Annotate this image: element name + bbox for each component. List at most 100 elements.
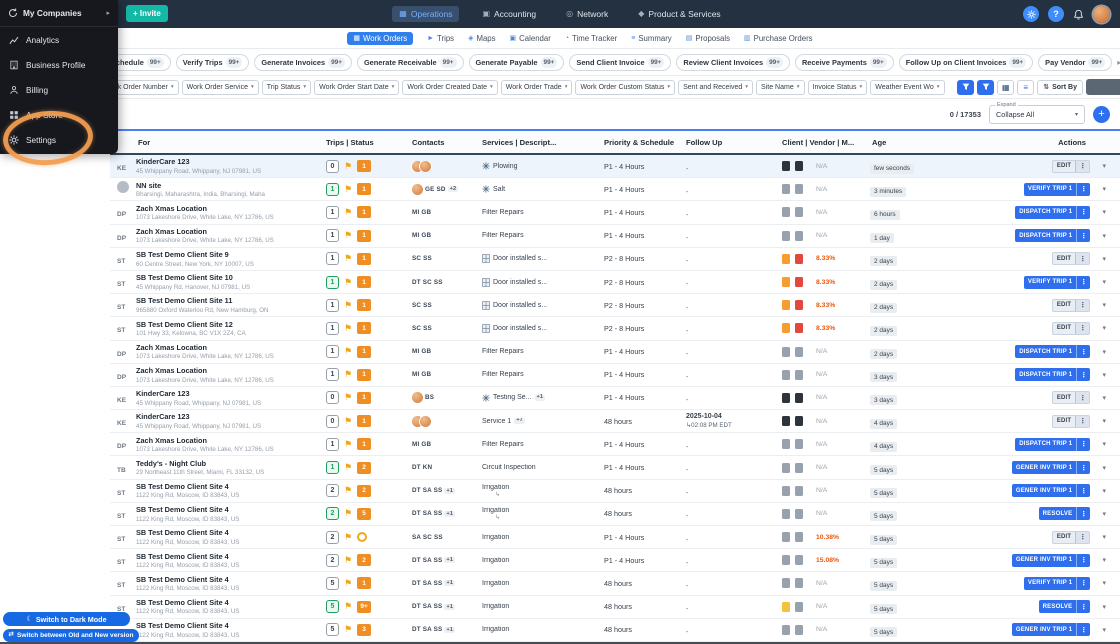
status-count-badge[interactable]: 1 xyxy=(357,577,372,590)
vendor-doc-icon[interactable] xyxy=(795,277,803,288)
nav-network[interactable]: ◎ Network xyxy=(559,6,615,22)
row-action-button[interactable]: EDIT ⋮ xyxy=(1051,391,1091,405)
contact-initials[interactable]: MI GB xyxy=(412,371,431,378)
add-work-order-button[interactable]: + xyxy=(1093,105,1110,123)
menu-item-analytics[interactable]: Analytics xyxy=(0,27,118,52)
vendor-doc-icon[interactable] xyxy=(795,369,803,380)
work-order-client-name[interactable]: NN site xyxy=(136,181,324,190)
stage-generate-invoices[interactable]: Generate Invoices 99+ xyxy=(254,53,352,71)
vendor-doc-icon[interactable] xyxy=(795,207,803,218)
client-doc-icon[interactable] xyxy=(782,485,790,496)
col-trips-status[interactable]: Trips | Status xyxy=(324,138,410,147)
status-count-badge[interactable]: 2 xyxy=(357,461,372,474)
services-more-badge[interactable]: +7 xyxy=(514,418,525,425)
user-avatar[interactable] xyxy=(1093,5,1110,23)
work-order-client-name[interactable]: Zach Xmas Location xyxy=(136,227,324,236)
table-row[interactable]: DP Zach Xmas Location 1073 Lakeshore Driv… xyxy=(110,201,1120,225)
contact-initials[interactable]: SC SS xyxy=(412,325,432,332)
contact-initials[interactable]: SA SC SS xyxy=(412,534,443,541)
row-expand-chevron-icon[interactable]: ▾ xyxy=(1102,324,1106,332)
vendor-doc-icon[interactable] xyxy=(795,323,803,334)
nav-product-services[interactable]: ◆ Product & Services xyxy=(631,6,727,22)
client-doc-icon[interactable] xyxy=(782,300,790,311)
filter-work-order-start-date[interactable]: Work Order Start Date ▾ xyxy=(314,79,400,95)
client-doc-icon[interactable] xyxy=(782,392,790,403)
tab-calendar[interactable]: ▣ Calendar xyxy=(510,34,551,43)
status-count-badge[interactable]: 1 xyxy=(357,183,372,196)
trips-count[interactable]: 5 xyxy=(326,576,339,590)
table-row[interactable]: ST SB Test Demo Client Site 41122 King R… xyxy=(110,526,1120,550)
row-action-button[interactable]: DISPATCH TRIP 1 ⋮ xyxy=(1015,437,1091,451)
kebab-menu-icon[interactable]: ⋮ xyxy=(1075,322,1090,334)
status-count-badge[interactable]: 1 xyxy=(357,322,372,335)
stage-pay-vendor[interactable]: Pay Vendor 99+ xyxy=(1038,53,1113,71)
status-count-badge[interactable]: 5 xyxy=(357,507,372,520)
row-action-button[interactable]: DISPATCH TRIP 1 ⋮ xyxy=(1015,205,1091,219)
trips-count[interactable]: 5 xyxy=(326,623,339,637)
work-order-client-name[interactable]: SB Test Demo Client Site 9 xyxy=(136,250,324,259)
trips-count[interactable]: 1 xyxy=(326,345,339,359)
work-order-client-name[interactable]: KinderCare 123 xyxy=(136,389,324,398)
contact-initials[interactable]: DT SC SS xyxy=(412,279,443,286)
filter-work-order-trade[interactable]: Work Order Trade ▾ xyxy=(500,79,573,95)
client-doc-icon[interactable] xyxy=(782,161,790,172)
col-services-descript[interactable]: Services | Descript... xyxy=(480,138,602,147)
overflow-button[interactable] xyxy=(1086,79,1120,95)
filter-advanced-button[interactable] xyxy=(977,79,995,95)
tab-maps[interactable]: ◈ Maps xyxy=(468,34,495,43)
status-count-badge[interactable]: 1 xyxy=(357,229,372,242)
trips-count[interactable]: 1 xyxy=(326,368,339,382)
client-doc-icon[interactable] xyxy=(782,462,790,473)
work-order-client-name[interactable]: SB Test Demo Client Site 11 xyxy=(136,296,324,305)
invite-button[interactable]: + Invite xyxy=(126,5,168,22)
status-flag-icon[interactable]: ⚑ xyxy=(344,602,352,611)
nav-operations[interactable]: ▦ Operations xyxy=(392,6,460,22)
filter-work-order-service[interactable]: Work Order Service ▾ xyxy=(181,79,259,95)
kebab-menu-icon[interactable]: ⋮ xyxy=(1076,275,1090,289)
kebab-menu-icon[interactable]: ⋮ xyxy=(1076,205,1090,219)
row-action-button[interactable]: VERIFY TRIP 1 ⋮ xyxy=(1023,275,1091,289)
menu-item-business-profile[interactable]: Business Profile xyxy=(0,52,118,77)
filter-trip-status[interactable]: Trip Status ▾ xyxy=(261,79,312,95)
trips-count[interactable]: 2 xyxy=(326,484,339,498)
table-row[interactable]: ST SB Test Demo Client Site 9 60 Centre S… xyxy=(110,247,1120,271)
kebab-menu-icon[interactable]: ⋮ xyxy=(1076,553,1090,567)
row-action-button[interactable]: EDIT ⋮ xyxy=(1051,252,1091,266)
stage-verify-trips[interactable]: Verify Trips 99+ xyxy=(175,53,250,71)
row-action-button[interactable]: GENER INV TRIP 1 ⋮ xyxy=(1011,461,1091,475)
contact-initials[interactable]: DT SA SS xyxy=(412,603,442,610)
kebab-menu-icon[interactable]: ⋮ xyxy=(1076,600,1090,614)
table-row[interactable]: DP Zach Xmas Location 1073 Lakeshore Driv… xyxy=(110,224,1120,248)
work-order-client-name[interactable]: SB Test Demo Client Site 10 xyxy=(136,273,324,282)
vendor-doc-icon[interactable] xyxy=(795,392,803,403)
row-action-button[interactable]: EDIT ⋮ xyxy=(1051,414,1091,428)
work-order-client-name[interactable]: Zach Xmas Location xyxy=(136,366,324,375)
tab-purchase-orders[interactable]: ▥ Purchase Orders xyxy=(744,34,813,43)
status-flag-icon[interactable]: ⚑ xyxy=(344,231,352,240)
status-flag-icon[interactable]: ⚑ xyxy=(344,509,352,518)
stage-review-client-invoices[interactable]: Review Client Invoices 99+ xyxy=(676,53,790,71)
status-count-badge[interactable]: 1 xyxy=(357,415,372,428)
vendor-doc-icon[interactable] xyxy=(795,416,803,427)
vendor-doc-icon[interactable] xyxy=(795,346,803,357)
row-action-button[interactable]: GENER INV TRIP 1 ⋮ xyxy=(1011,553,1091,567)
table-row[interactable]: ST SB Test Demo Client Site 41122 King R… xyxy=(110,618,1120,642)
contact-initials[interactable]: MI GB xyxy=(412,441,431,448)
contact-initials[interactable]: DT SA SS xyxy=(412,626,442,633)
row-expand-chevron-icon[interactable]: ▾ xyxy=(1102,626,1106,634)
status-count-badge[interactable]: 2 xyxy=(357,554,372,567)
work-order-client-name[interactable]: Zach Xmas Location xyxy=(136,436,324,445)
trips-count[interactable]: 1 xyxy=(326,182,339,196)
trips-count[interactable]: 0 xyxy=(326,159,339,173)
contacts-more-badge[interactable]: +1 xyxy=(444,603,456,610)
trips-count[interactable]: 1 xyxy=(326,252,339,266)
contacts-more-badge[interactable]: +1 xyxy=(444,557,456,564)
row-action-button[interactable]: DISPATCH TRIP 1 ⋮ xyxy=(1015,345,1091,359)
status-flag-icon[interactable]: ⚑ xyxy=(344,370,352,379)
table-row[interactable]: DP Zach Xmas Location 1073 Lakeshore Driv… xyxy=(110,340,1120,364)
row-action-button[interactable]: RESOLVE ⋮ xyxy=(1038,507,1091,521)
filter-site-name[interactable]: Site Name ▾ xyxy=(756,79,805,95)
row-expand-chevron-icon[interactable]: ▾ xyxy=(1102,185,1106,193)
status-flag-icon[interactable]: ⚑ xyxy=(344,347,352,356)
work-order-client-name[interactable]: KinderCare 123 xyxy=(136,412,324,421)
